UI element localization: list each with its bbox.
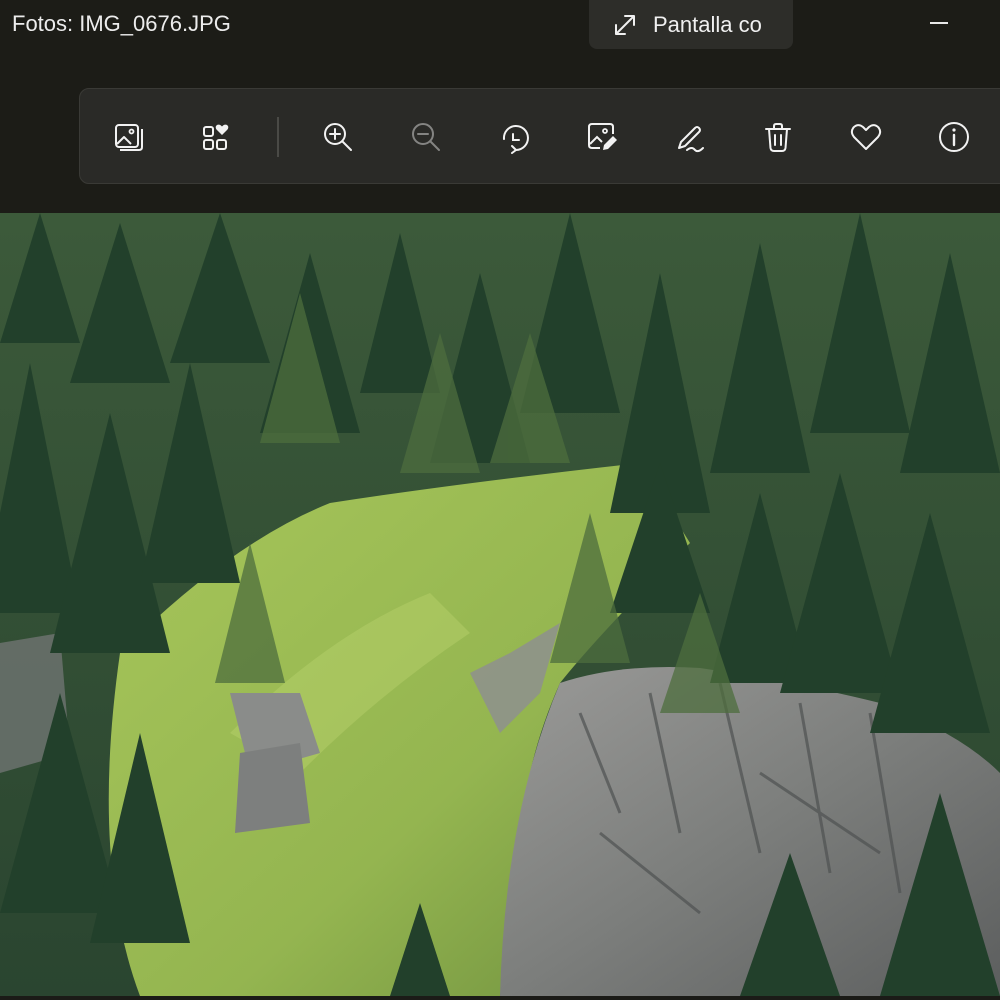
expand-icon	[615, 14, 635, 35]
favorite-button[interactable]	[844, 115, 888, 159]
title-bar: Fotos: IMG_0676.JPG Pantalla co	[0, 0, 1000, 50]
draw-button[interactable]	[668, 115, 712, 159]
minimize-button[interactable]	[900, 0, 980, 48]
collections-button[interactable]	[194, 115, 238, 159]
rotate-icon	[502, 125, 529, 154]
edit-image-button[interactable]	[580, 115, 624, 159]
bottom-edge	[0, 996, 1000, 1000]
edit-image-icon	[588, 123, 617, 150]
window-title: Fotos: IMG_0676.JPG	[12, 11, 231, 36]
favorite-icon	[850, 124, 882, 150]
zoom-out-button[interactable]	[404, 115, 448, 159]
landscape-image	[0, 213, 1000, 996]
info-button[interactable]	[932, 115, 976, 159]
collections-icon	[203, 124, 229, 150]
delete-icon	[765, 123, 791, 152]
rotate-button[interactable]	[492, 115, 536, 159]
gallery-icon	[115, 124, 143, 151]
photo-viewer[interactable]	[0, 213, 1000, 996]
zoom-out-icon	[412, 123, 440, 151]
fullscreen-button[interactable]: Pantalla co	[589, 0, 793, 49]
toolbar-divider	[277, 117, 279, 157]
zoom-in-button[interactable]	[316, 115, 360, 159]
info-icon	[939, 122, 969, 152]
draw-icon	[678, 126, 704, 153]
fullscreen-label: Pantalla co	[653, 11, 762, 37]
zoom-in-icon	[324, 123, 352, 151]
photo-toolbar	[79, 88, 1000, 184]
delete-button[interactable]	[756, 115, 800, 159]
gallery-button[interactable]	[106, 115, 150, 159]
